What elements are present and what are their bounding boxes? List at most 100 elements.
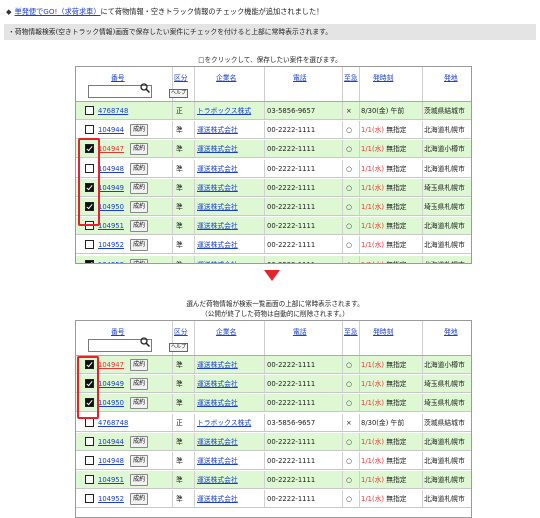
contract-button[interactable]: 成約 [130,220,149,233]
departure-time-cell: 1/1(水) 無指定 [361,379,407,389]
departure-time-cell: 1/1(水) 無指定 [361,494,407,504]
save-checkbox[interactable] [85,106,94,115]
contract-button[interactable]: 成約 [130,162,149,175]
phone-cell: 00-2222-1111 [267,183,316,192]
company-link[interactable]: 運送株式会社 [197,144,238,154]
company-link[interactable]: 運送株式会社 [197,164,238,174]
save-checkbox[interactable] [85,125,94,135]
contract-button[interactable]: 成約 [130,181,149,194]
search-icon[interactable] [140,337,151,348]
company-link[interactable]: 運送株式会社 [197,360,238,370]
departure-time-cell: 1/1(水) 無指定 [361,183,407,193]
company-link[interactable]: 運送株式会社 [197,475,238,485]
sort-number-link[interactable]: 番号 [111,326,125,336]
cargo-id-link[interactable]: 104949 [98,183,124,193]
contract-button[interactable]: 成約 [130,124,149,137]
table-header: 番号 区分 企業名 電話 至急 発時刻 発地ヘルプ [76,67,471,102]
company-link[interactable]: 運送株式会社 [197,379,238,389]
cargo-id-link[interactable]: 104949 [98,379,124,389]
help-button[interactable]: ヘルプ [169,89,189,98]
sort-number-link[interactable]: 番号 [111,72,125,82]
phone-cell: 00-2222-1111 [267,476,316,485]
sort-shikyu-link[interactable]: 至急 [344,72,358,82]
company-link[interactable]: トラボックス株式 [197,418,251,428]
sort-date-link[interactable]: 発時刻 [373,326,393,336]
company-link[interactable]: 運送株式会社 [197,240,238,250]
company-link[interactable]: 運送株式会社 [197,221,238,231]
cargo-id-link[interactable]: 4768748 [98,106,128,116]
down-arrow-icon [264,270,280,281]
checkbox-highlight-before [78,138,100,226]
contract-button[interactable]: 成約 [130,378,149,391]
cargo-id-link[interactable]: 104953 [98,260,124,263]
cargo-id-link[interactable]: 104951 [98,221,124,231]
save-checkbox[interactable] [85,436,94,446]
cargo-id-link[interactable]: 104944 [98,437,124,447]
departure-time: 無指定 [384,476,407,485]
cargo-id-link[interactable]: 104947 [98,144,124,154]
sort-shikyu-link[interactable]: 至急 [344,326,358,336]
urgent-cell: ○ [346,241,352,250]
kubun-cell: 準 [176,145,183,154]
company-link[interactable]: 運送株式会社 [197,125,238,135]
company-link[interactable]: 運送株式会社 [197,202,238,212]
contract-button[interactable]: 成約 [130,493,149,506]
contract-button[interactable]: 成約 [130,239,149,252]
sort-kubun-link[interactable]: 区分 [174,326,188,336]
contract-button[interactable]: 成約 [130,201,149,213]
departure-time-cell: 8/30(金) 午前 [361,418,404,428]
company-link[interactable]: トラボックス株式 [197,106,251,116]
sort-origin-link[interactable]: 発地 [444,326,458,336]
departure-time-cell: 1/1(水) 無指定 [361,260,407,263]
kubun-cell: 正 [176,418,183,427]
help-button[interactable]: ヘルプ [169,343,189,352]
search-icon[interactable] [140,83,151,94]
company-link[interactable]: 運送株式会社 [197,398,238,408]
save-checkbox[interactable] [85,456,94,465]
sort-kubun-link[interactable]: 区分 [174,72,188,82]
contract-button[interactable]: 成約 [130,455,149,467]
sort-phone-link[interactable]: 電話 [293,326,307,336]
cargo-id-link[interactable]: 104948 [98,164,124,174]
cargo-id-link[interactable]: 4768748 [98,418,128,428]
cargo-id-link[interactable]: 104950 [98,398,124,408]
sort-date-link[interactable]: 発時刻 [373,72,393,82]
cargo-id-link[interactable]: 104947 [98,360,124,370]
urgent-cell: ○ [346,260,352,263]
table-row: 104949 成約 準 運送株式会社 00-2222-1111 ○ 1/1(水) 無指定 埼玉… [76,178,471,197]
cargo-id-link[interactable]: 104944 [98,125,124,135]
company-link[interactable]: 運送株式会社 [197,494,238,504]
cargo-id-link[interactable]: 104951 [98,475,124,485]
tanpatsubin-link[interactable]: 単発便でGO!（求荷求車） [15,7,101,16]
save-checkbox[interactable] [85,259,94,263]
contract-button[interactable]: 成約 [130,258,149,263]
kubun-cell: 準 [176,203,183,211]
contract-button[interactable]: 成約 [130,397,149,410]
company-link[interactable]: 運送株式会社 [197,260,238,263]
sort-origin-link[interactable]: 発地 [444,72,458,82]
sort-company-link[interactable]: 企業名 [216,326,236,336]
table-row: 104950 成約 準 運送株式会社 00-2222-1111 ○ 1/1(水) 無指定 埼玉… [76,394,471,413]
checkbox-highlight-after [77,356,99,419]
save-checkbox[interactable] [85,494,94,504]
contract-button[interactable]: 成約 [130,474,149,487]
contract-button[interactable]: 成約 [130,143,149,156]
cargo-id-link[interactable]: 104950 [98,202,124,212]
table-row: 4768748 正 トラボックス株式 03-5856-9657 × 8/30(金) 午前 茨… [76,102,471,120]
urgent-cell: ○ [346,380,352,389]
departure-time: 無指定 [384,241,407,250]
sort-company-link[interactable]: 企業名 [216,72,236,82]
origin-cell: 北海道小樽市 [424,361,465,369]
cargo-id-link[interactable]: 104952 [98,494,124,504]
sort-phone-link[interactable]: 電話 [293,72,307,82]
company-link[interactable]: 運送株式会社 [197,456,238,466]
cargo-id-link[interactable]: 104952 [98,240,124,250]
save-checkbox[interactable] [85,240,94,250]
company-link[interactable]: 運送株式会社 [197,437,238,447]
company-link[interactable]: 運送株式会社 [197,183,238,193]
cargo-id-link[interactable]: 104948 [98,456,124,466]
departure-date: 1/1(水) [361,145,385,154]
save-checkbox[interactable] [85,475,94,485]
contract-button[interactable]: 成約 [130,359,149,371]
contract-button[interactable]: 成約 [130,435,149,448]
